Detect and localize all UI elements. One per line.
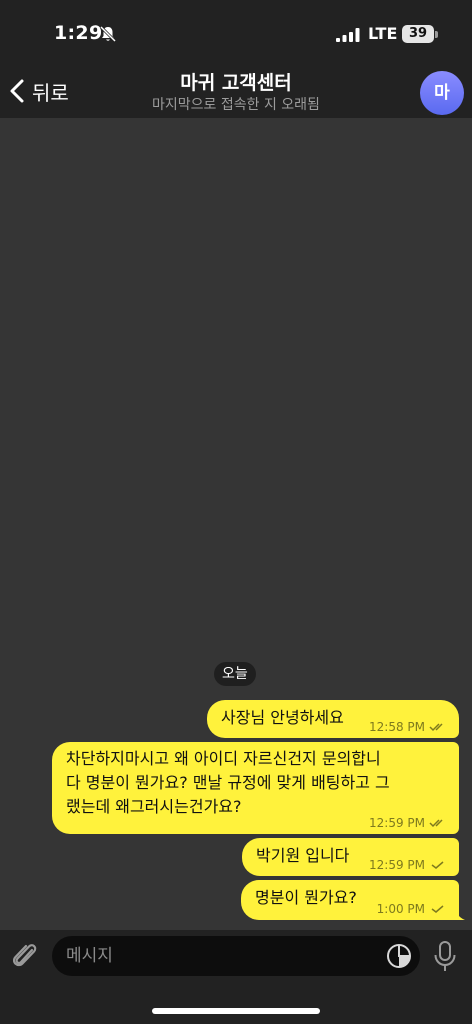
chat-header: 뒤로 마귀 고객센터 마지막으로 접속한 지 오래됨 마	[0, 62, 472, 118]
message-text-line: 차단하지마시고 왜 아이디 자르신건지 문의합니	[66, 749, 381, 768]
bell-muted-icon	[99, 25, 117, 43]
home-indicator[interactable]	[152, 1008, 320, 1014]
avatar[interactable]: 마	[420, 71, 464, 115]
last-seen-status: 마지막으로 접속한 지 오래됨	[152, 97, 320, 113]
battery-level: 39	[402, 25, 434, 43]
message-text: 명분이 뭔가요?	[255, 888, 357, 907]
message-meta: 12:59 PM	[369, 858, 447, 872]
message-text: 사장님 안녕하세요	[221, 708, 344, 727]
status-bar: 1:29 LTE 39	[0, 0, 472, 62]
chevron-left-icon	[10, 79, 24, 103]
double-check-icon	[429, 819, 443, 828]
message-input[interactable]	[52, 936, 420, 976]
single-check-icon	[431, 861, 444, 869]
signal-strength-icon	[336, 28, 360, 42]
battery-cap	[435, 31, 438, 38]
network-type: LTE	[368, 24, 398, 43]
message-time: 1:00 PM	[376, 902, 425, 916]
message-meta: 1:00 PM	[377, 902, 447, 916]
message-composer	[0, 930, 472, 1024]
message-time: 12:58 PM	[369, 720, 425, 734]
message-bubble[interactable]: 차단하지마시고 왜 아이디 자르신건지 문의합니 다 명분이 뭔가요? 맨날 규…	[52, 742, 459, 834]
bubble-tail-icon	[449, 904, 465, 920]
message-bubble[interactable]: 사장님 안녕하세요 12:58 PM	[207, 700, 459, 738]
message-bubble[interactable]: 박기원 입니다 12:59 PM	[242, 838, 459, 876]
paperclip-icon[interactable]	[10, 940, 40, 974]
chat-title[interactable]: 마귀 고객센터	[120, 68, 352, 95]
message-list[interactable]: 오늘 사장님 안녕하세요 12:58 PM 차단하지마시고 왜 아이디 자르신건…	[0, 118, 472, 930]
sticker-icon[interactable]	[386, 943, 412, 969]
microphone-icon[interactable]	[432, 940, 458, 974]
message-text-line: 다 명분이 뭔가요? 맨날 규정에 맞게 배팅하고 그	[66, 773, 390, 792]
status-time: 1:29	[54, 22, 103, 44]
message-time: 12:59 PM	[369, 858, 425, 872]
message-time: 12:59 PM	[369, 816, 425, 830]
date-separator: 오늘	[214, 662, 256, 686]
message-bubble[interactable]: 명분이 뭔가요? 1:00 PM	[241, 880, 465, 920]
telegram-chat-screen: 1:29 LTE 39 뒤로 마귀 고객센터 마지막으로 접속한 지 오래됨 마	[0, 0, 472, 1024]
single-check-icon	[431, 905, 444, 913]
message-meta: 12:59 PM	[369, 816, 447, 830]
message-text: 박기원 입니다	[256, 846, 350, 865]
message-meta: 12:58 PM	[369, 720, 447, 734]
double-check-icon	[429, 723, 443, 732]
back-label: 뒤로	[32, 80, 69, 105]
back-button[interactable]: 뒤로	[8, 76, 69, 106]
